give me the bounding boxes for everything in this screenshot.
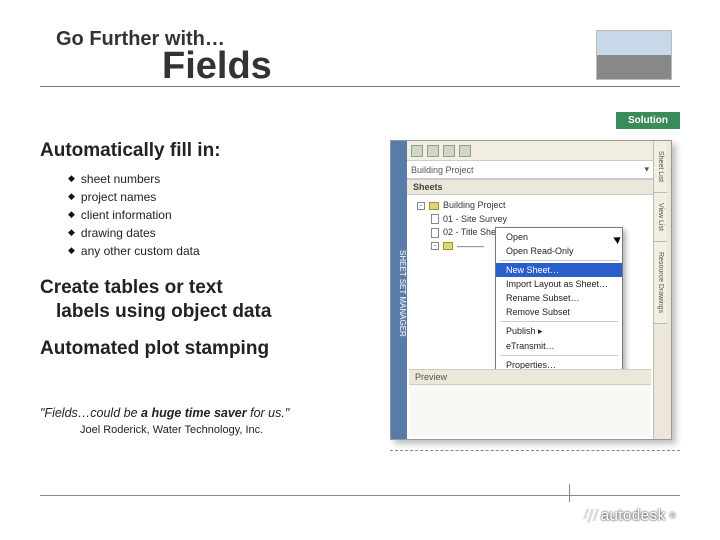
project-selector[interactable]: Building Project ▾ [407,161,653,179]
heading-tables-line1: Create tables or text [40,277,223,298]
content-left-column: Automatically fill in: sheet numbers pro… [40,140,380,360]
toolbar-icon[interactable] [411,145,423,157]
quote-suffix: for us." [247,406,290,420]
header-decorative-image [596,30,672,80]
ctx-rename-subset[interactable]: Rename Subset… [496,291,622,305]
vtab-view-list[interactable]: View List [654,193,667,242]
quote-prefix: "Fields…could be [40,406,141,420]
tree-subset-label: ——— [457,240,484,254]
bullet-item: project names [68,188,380,206]
quote-bold: a huge time saver [141,406,247,420]
bullet-item: any other custom data [68,242,380,260]
panel-title-strip: SHEET SET MANAGER [391,141,407,439]
quote-text: "Fields…could be a huge time saver for u… [40,406,380,420]
panel-toolbar [407,141,653,161]
tree-root[interactable]: - Building Project [417,199,649,213]
heading-tables: Create tables or text labels using objec… [40,276,380,324]
slide-title: Fields [162,45,272,88]
sheet-icon [431,228,439,238]
footer-divider [40,495,680,496]
slide-header: Go Further with… Fields [56,28,272,88]
quote-attribution: Joel Roderick, Water Technology, Inc. [80,424,380,436]
tree-item-label: 01 - Site Survey [443,213,507,227]
footer-tick-mark [569,484,570,502]
quote-block: "Fields…could be a huge time saver for u… [40,406,380,436]
ctx-remove-subset[interactable]: Remove Subset [496,305,622,319]
ctx-separator [500,321,618,322]
ctx-import-layout[interactable]: Import Layout as Sheet… [496,277,622,291]
registered-mark: ® [670,511,676,520]
collapse-icon[interactable]: - [431,242,439,250]
ctx-open[interactable]: Open [496,230,622,244]
toolbar-icon[interactable] [427,145,439,157]
heading-plot-stamping: Automated plot stamping [40,338,380,360]
tree-item[interactable]: 01 - Site Survey [417,213,649,227]
autodesk-logo-icon [581,509,599,523]
panel-vertical-tabs: Sheet List View List Resource Drawings [653,141,671,439]
ctx-publish[interactable]: Publish ▸ [496,324,622,339]
bullet-item: drawing dates [68,224,380,242]
ctx-new-sheet[interactable]: New Sheet… [496,263,622,277]
folder-icon [429,202,439,210]
project-name: Building Project [411,165,474,175]
preview-area [409,385,651,437]
ctx-open-readonly[interactable]: Open Read-Only [496,244,622,258]
vtab-resource-drawings[interactable]: Resource Drawings [654,242,667,324]
dashed-divider [390,450,680,451]
section-label-sheets: Sheets [407,179,653,195]
ctx-etransmit[interactable]: eTransmit… [496,339,622,353]
tree-root-label: Building Project [443,199,506,213]
header-divider [40,86,680,87]
chevron-down-icon: ▾ [644,164,649,175]
toolbar-icon[interactable] [443,145,455,157]
bullet-item: sheet numbers [68,170,380,188]
bullet-item: client information [68,206,380,224]
sheet-icon [431,214,439,224]
autodesk-logo-text: autodesk [601,507,666,524]
solution-tab: Solution [616,112,680,129]
vtab-sheet-list[interactable]: Sheet List [654,141,667,193]
preview-label: Preview [409,369,651,385]
toolbar-icon[interactable] [459,145,471,157]
collapse-icon[interactable]: - [417,202,425,210]
folder-icon [443,242,453,250]
sheet-set-manager-panel: × SHEET SET MANAGER Sheet List View List… [390,140,672,440]
ctx-separator [500,260,618,261]
ctx-separator [500,355,618,356]
heading-tables-line2: labels using object data [40,300,380,324]
bullet-list: sheet numbers project names client infor… [68,170,380,260]
autodesk-logo: autodesk ® [584,507,676,524]
heading-fill-in: Automatically fill in: [40,140,380,162]
context-menu: Open Open Read-Only New Sheet… Import La… [495,227,623,375]
